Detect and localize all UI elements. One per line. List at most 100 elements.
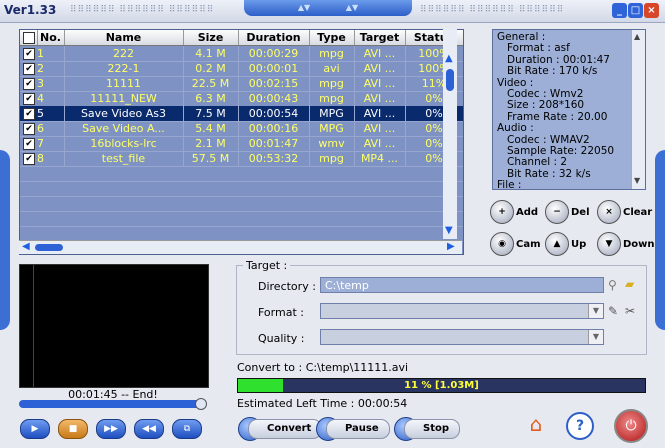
help-icon[interactable]: ? [566,412,594,440]
row-checkbox[interactable]: ✔ [23,63,35,75]
cam-label: Cam [516,238,541,250]
scroll-right-icon[interactable]: ▶ [447,241,455,252]
cell-size: 2.1 M [183,136,239,151]
row-checkbox[interactable]: ✔ [23,138,35,150]
table-row[interactable]: ✔ 5 Save Video As3 7.5 M 00:00:54 MPG AVI ... 0… [20,106,463,122]
quality-dropdown-icon[interactable]: ▼ [588,330,603,344]
cell-size: 5.4 M [183,121,239,136]
version-label: Ver1.33 [4,3,57,17]
close-button[interactable]: × [644,3,659,18]
row-checkbox[interactable]: ✔ [23,123,35,135]
cell-name: 11111 [64,76,184,91]
col-target[interactable]: Target [354,30,406,45]
cell-duration: 00:00:43 [238,91,310,106]
stop-button[interactable]: Stop [394,417,461,441]
cell-duration: 00:00:29 [238,46,310,61]
quality-label: Quality : [258,332,305,345]
cell-no: 2 [37,61,65,76]
camera-icon: ◉ [490,232,514,256]
cell-name: 11111_NEW [64,91,184,106]
convert-to-label: Convert to : C:\temp\11111.avi [237,361,409,374]
pause-label: Pause [326,419,390,439]
cell-target: AVI ... [354,46,406,61]
table-row[interactable]: ✔ 1 222 4.1 M 00:00:29 mpg AVI ... 100% [20,46,463,62]
collapse-handle[interactable]: ▲▼ ▲▼ [244,0,412,16]
cell-target: AVI ... [354,136,406,151]
row-checkbox[interactable]: ✔ [23,108,35,120]
minimize-button[interactable]: _ [612,3,627,18]
quality-select[interactable]: ▼ [320,329,604,345]
clear-button[interactable]: × Clear [597,200,652,224]
delete-button[interactable]: − Del [545,200,590,224]
title-bar: Ver1.33 ⠿⠿⠿⠿⠿⠿ ⠿⠿⠿⠿⠿⠿ ⠿⠿⠿⠿⠿⠿ ▲▼ ▲▼ ⠿⠿⠿⠿⠿… [0,0,665,23]
select-all-checkbox[interactable] [23,32,35,44]
scroll-up-icon[interactable]: ▲ [445,53,453,64]
table-vertical-scrollbar[interactable]: ▲ ▼ [443,29,457,239]
info-line: Bit Rate : 170 k/s [497,65,598,78]
stop-playback-button[interactable]: ■ [58,419,88,439]
cell-target: AVI ... [354,91,406,106]
add-button[interactable]: + Add [490,200,538,224]
table-row[interactable]: ✔ 3 11111 22.5 M 00:02:15 mpg AVI ... 11% [20,76,463,92]
table-row[interactable]: ✔ 7 16blocks-lrc 2.1 M 00:01:47 wmv AVI ... 0% [20,136,463,152]
cell-name: 222-1 [64,61,184,76]
pause-button[interactable]: Pause [316,417,390,441]
cell-duration: 00:00:01 [238,61,310,76]
directory-field[interactable]: C:\temp [320,277,604,293]
snapshot-button[interactable]: ⧉ [172,419,202,439]
scroll-thumb[interactable] [446,69,454,91]
cam-button[interactable]: ◉ Cam [490,232,541,256]
cell-no: 8 [37,151,65,166]
format-scissors-icon[interactable]: ✂ [625,304,635,318]
home-icon[interactable]: ⌂ [523,412,549,438]
row-checkbox[interactable]: ✔ [23,93,35,105]
left-side-bar [0,150,10,330]
conversion-progress-bar: 11 % [1.03M] [237,378,646,393]
col-no[interactable]: No. [37,30,65,45]
format-dropdown-icon[interactable]: ▼ [588,304,603,318]
table-row[interactable]: ✔ 6 Save Video A... 5.4 M 00:00:16 MPG AVI ...… [20,121,463,137]
row-checkbox[interactable]: ✔ [23,153,35,165]
info-line: File : [497,179,522,190]
file-table: No. Name Size Duration Type Target Statu… [19,29,464,255]
rewind-button[interactable]: ◀◀ [134,419,164,439]
scroll-down-icon[interactable]: ▼ [445,225,453,236]
info-scroll-down-icon[interactable]: ▼ [634,176,640,185]
maximize-button[interactable]: □ [628,3,643,18]
empty-row [20,196,463,212]
col-type[interactable]: Type [309,30,355,45]
open-folder-icon[interactable]: ▰ [625,277,634,291]
row-checkbox[interactable]: ✔ [23,48,35,60]
cell-type: avi [309,61,355,76]
format-settings-wrench-icon[interactable]: ✎ [608,304,618,318]
cell-name: Save Video A... [64,121,184,136]
format-select[interactable]: ▼ [320,303,604,319]
cell-target: AVI ... [354,61,406,76]
browse-wrench-icon[interactable]: ⚲ [608,278,617,292]
seek-knob[interactable] [195,398,207,410]
col-duration[interactable]: Duration [238,30,310,45]
row-checkbox[interactable]: ✔ [23,78,35,90]
info-scroll-up-icon[interactable]: ▲ [634,32,640,41]
move-up-button[interactable]: ▲ Up [545,232,586,256]
play-button[interactable]: ▶ [20,419,50,439]
move-down-button[interactable]: ▼ Down [597,232,655,256]
power-icon[interactable]: ⏻ [614,409,648,443]
col-name[interactable]: Name [64,30,184,45]
info-scrollbar[interactable]: ▲ ▼ [631,30,645,189]
clear-icon: × [597,200,621,224]
table-row[interactable]: ✔ 8 test_file 57.5 M 00:53:32 mpg MP4 ... 0% [20,151,463,167]
right-side-bar [655,150,665,330]
select-all-header[interactable] [20,30,38,45]
seek-bar[interactable] [19,398,207,410]
cell-name: 16blocks-lrc [64,136,184,151]
hscroll-thumb[interactable] [35,244,63,251]
table-row[interactable]: ✔ 4 11111_NEW 6.3 M 00:00:43 mpg AVI ... 0% [20,91,463,107]
table-horizontal-scrollbar[interactable]: ◀ ▶ [19,240,462,254]
fast-forward-button[interactable]: ▶▶ [96,419,126,439]
scroll-left-icon[interactable]: ◀ [22,241,30,252]
col-size[interactable]: Size [183,30,239,45]
cell-size: 22.5 M [183,76,239,91]
convert-button[interactable]: Convert [238,417,323,441]
table-row[interactable]: ✔ 2 222-1 0.2 M 00:00:01 avi AVI ... 100% [20,61,463,77]
